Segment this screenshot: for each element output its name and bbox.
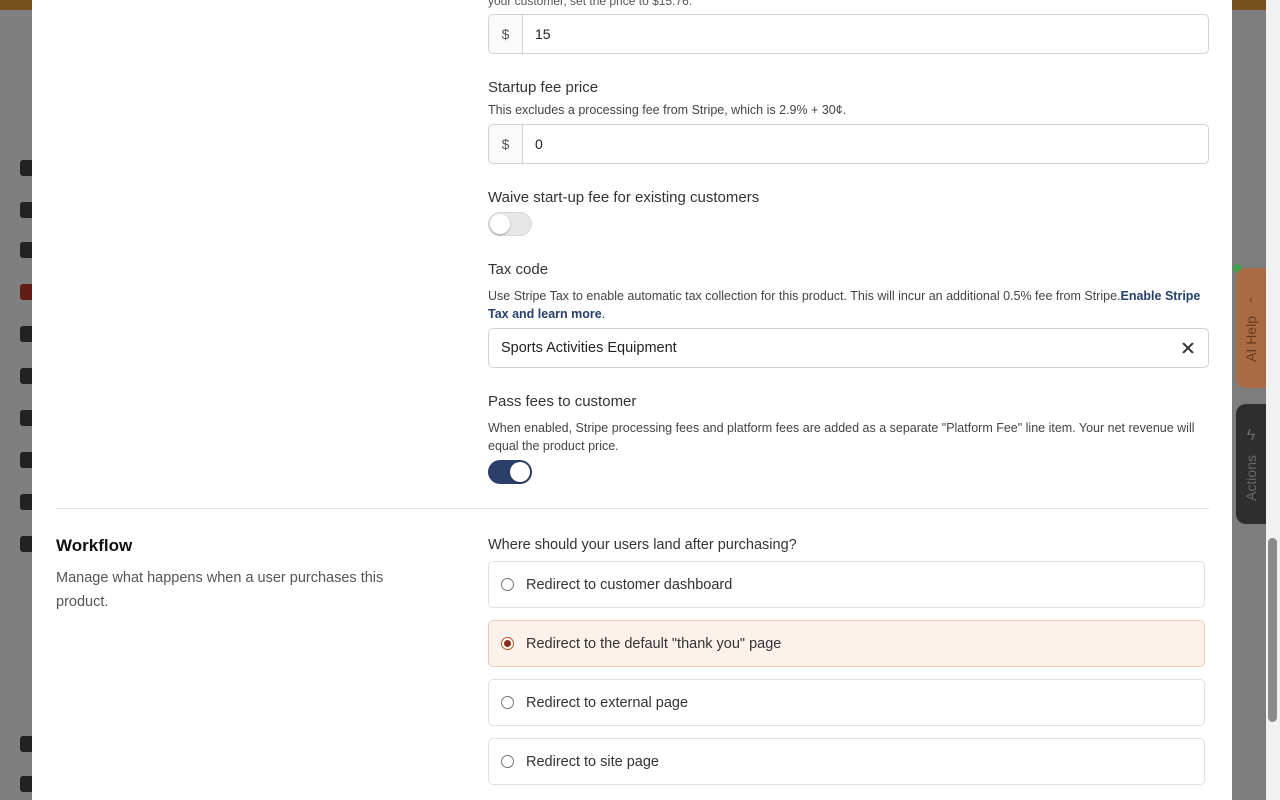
option-label: Redirect to site page	[526, 753, 659, 770]
startup-fee-label: Startup fee price	[488, 79, 599, 96]
radio-button[interactable]	[501, 696, 514, 709]
startup-fee-value[interactable]: 0	[523, 136, 543, 152]
actions-tab[interactable]: ϟ Actions	[1236, 404, 1266, 524]
lightning-icon: ϟ	[1246, 427, 1256, 445]
chevron-up-icon: ‹	[1249, 294, 1253, 307]
tax-code-value: Sports Activities Equipment	[501, 340, 677, 356]
waive-startup-toggle[interactable]	[488, 212, 532, 236]
pass-fees-toggle[interactable]	[488, 460, 532, 484]
radio-button[interactable]	[501, 578, 514, 591]
tax-code-help: Use Stripe Tax to enable automatic tax c…	[488, 287, 1209, 323]
option-customer-dashboard[interactable]: Redirect to customer dashboard	[488, 561, 1205, 608]
startup-fee-input[interactable]: $ 0	[488, 124, 1209, 164]
price-help-text: your customer, set the price to $15.76.	[488, 0, 693, 8]
option-external-page[interactable]: Redirect to external page	[488, 679, 1205, 726]
toggle-knob	[490, 214, 510, 234]
product-edit-modal: your customer, set the price to $15.76. …	[32, 0, 1232, 800]
pass-fees-label: Pass fees to customer	[488, 393, 637, 410]
ai-help-tab[interactable]: ‹ AI Help	[1236, 268, 1266, 388]
option-label: Redirect to external page	[526, 694, 689, 711]
workflow-description: Manage what happens when a user purchase…	[56, 570, 384, 610]
option-label: Redirect to the default "thank you" page	[526, 635, 782, 652]
tax-code-help-text: Use Stripe Tax to enable automatic tax c…	[488, 289, 1121, 303]
option-site-page[interactable]: Redirect to site page	[488, 738, 1205, 785]
section-divider	[56, 508, 1209, 509]
actions-label: Actions	[1243, 455, 1259, 501]
waive-startup-label: Waive start-up fee for existing customer…	[488, 189, 760, 206]
scrollbar-thumb[interactable]	[1268, 538, 1277, 722]
currency-prefix: $	[489, 15, 523, 53]
tax-code-label: Tax code	[488, 261, 549, 278]
pass-fees-help: When enabled, Stripe processing fees and…	[488, 421, 1195, 453]
tax-code-select[interactable]: Sports Activities Equipment	[488, 328, 1209, 368]
redirect-question: Where should your users land after purch…	[488, 537, 797, 553]
toggle-knob	[510, 462, 530, 482]
currency-prefix: $	[489, 125, 523, 163]
tax-code-help-suffix: .	[601, 307, 606, 321]
radio-button[interactable]	[501, 755, 514, 768]
workflow-title: Workflow	[56, 536, 133, 555]
option-label: Redirect to customer dashboard	[526, 576, 733, 593]
radio-button[interactable]	[501, 637, 514, 650]
close-icon[interactable]	[1180, 340, 1196, 356]
price-input[interactable]: $ 15	[488, 14, 1209, 54]
startup-fee-help: This excludes a processing fee from Stri…	[488, 103, 847, 117]
price-value[interactable]: 15	[523, 26, 551, 42]
option-thank-you-page[interactable]: Redirect to the default "thank you" page	[488, 620, 1205, 667]
ai-help-label: AI Help	[1243, 316, 1259, 362]
